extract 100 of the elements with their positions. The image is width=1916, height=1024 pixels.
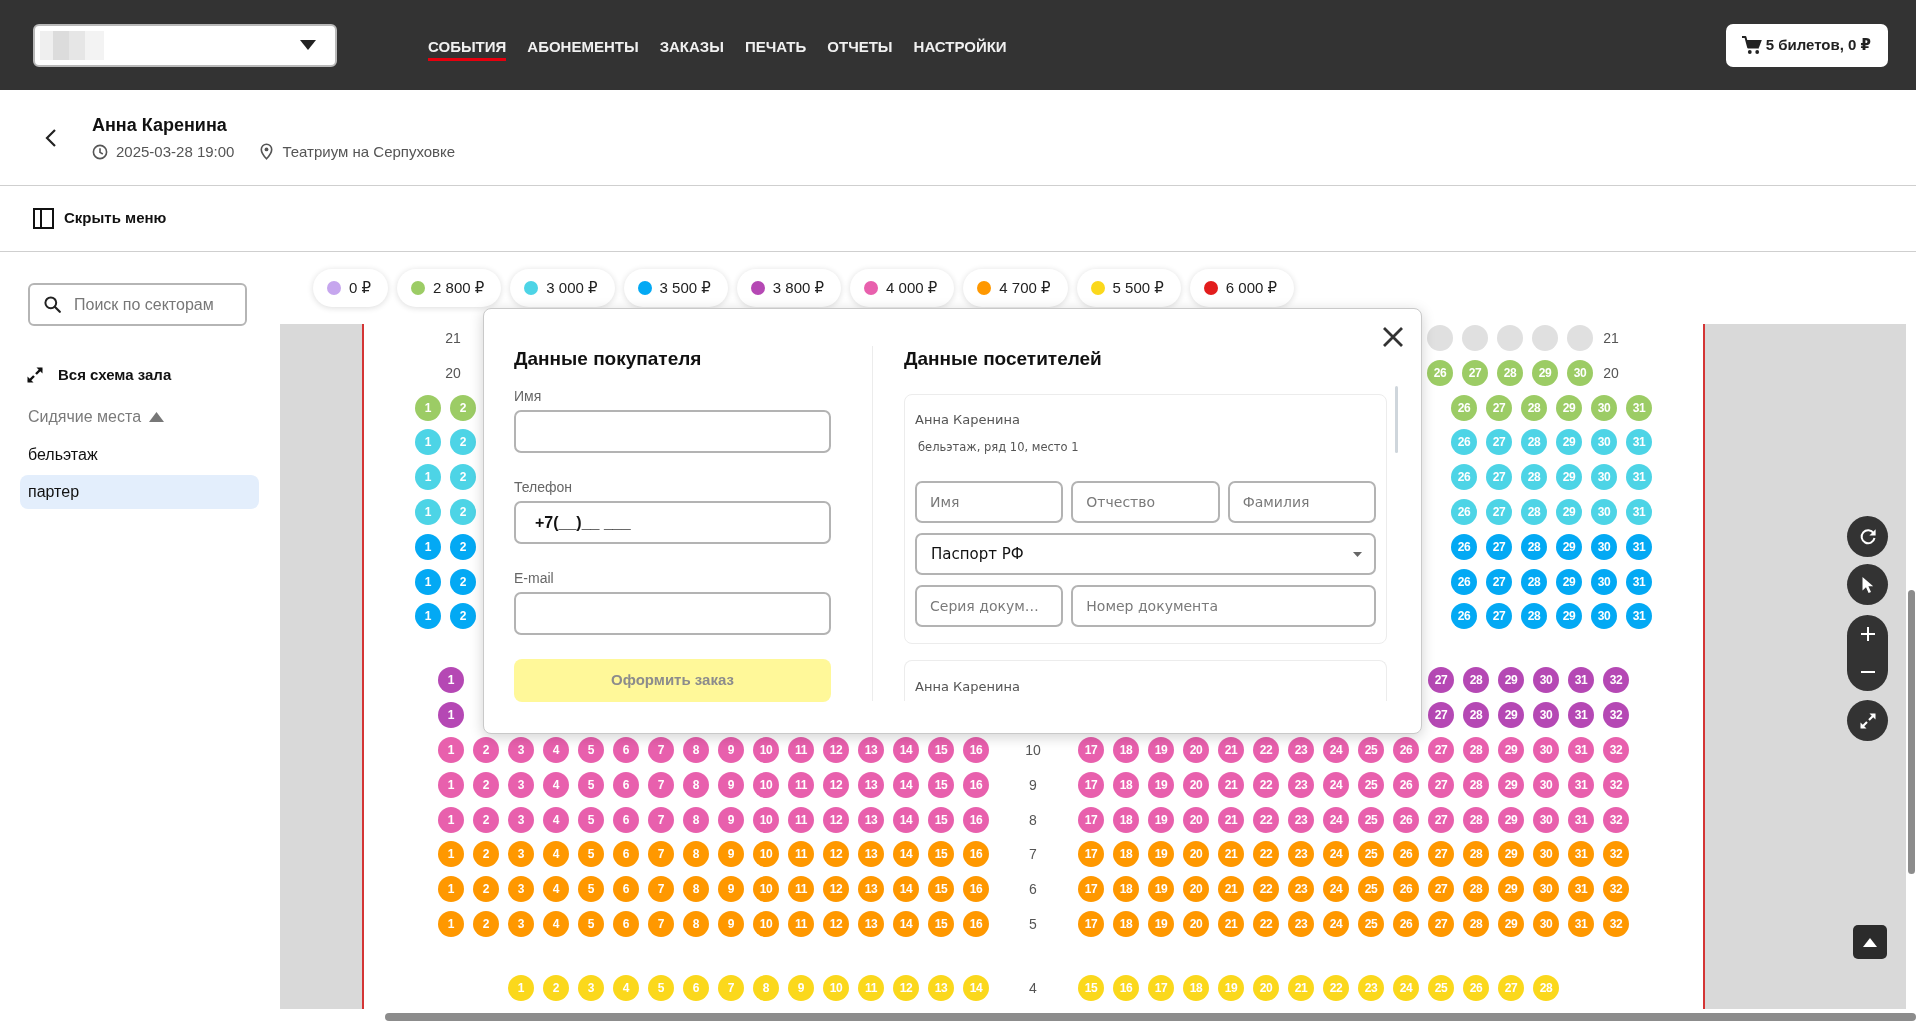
seat[interactable]: 24 bbox=[1323, 841, 1349, 868]
seat[interactable]: 19 bbox=[1148, 806, 1174, 833]
seat[interactable]: 25 bbox=[1358, 806, 1384, 833]
seat[interactable]: 2 bbox=[543, 975, 569, 1001]
seat[interactable]: 30 bbox=[1533, 806, 1559, 833]
seat[interactable]: 3 bbox=[508, 771, 534, 798]
seat[interactable]: 9 bbox=[718, 841, 744, 868]
seat[interactable]: 20 bbox=[1253, 975, 1279, 1001]
seat[interactable]: 30 bbox=[1591, 603, 1617, 630]
organization-select[interactable] bbox=[33, 23, 337, 67]
seat[interactable]: 13 bbox=[858, 737, 884, 763]
seat[interactable]: 4 bbox=[543, 771, 569, 798]
price-filter[interactable]: 6 000 ₽ bbox=[1189, 269, 1295, 307]
seat[interactable]: 25 bbox=[1358, 841, 1384, 868]
input-field[interactable]: Серия докум… bbox=[915, 585, 1064, 627]
seat[interactable]: 30 bbox=[1533, 876, 1559, 903]
seat[interactable]: 8 bbox=[683, 911, 709, 937]
document-type-select[interactable]: Паспорт РФ bbox=[915, 533, 1376, 575]
seat[interactable]: 7 bbox=[648, 911, 674, 937]
seat[interactable]: 30 bbox=[1567, 359, 1593, 386]
seat[interactable]: 32 bbox=[1603, 876, 1629, 903]
seat[interactable]: 14 bbox=[893, 806, 919, 833]
seat[interactable]: 28 bbox=[1463, 876, 1489, 903]
seat[interactable]: 7 bbox=[648, 806, 674, 833]
seat[interactable]: 27 bbox=[1428, 876, 1454, 903]
seat[interactable]: 6 bbox=[613, 841, 639, 868]
seat[interactable]: 12 bbox=[823, 911, 849, 937]
sidebar-item[interactable]: партер bbox=[20, 475, 259, 509]
seat[interactable]: 27 bbox=[1486, 429, 1512, 456]
seat[interactable]: 11 bbox=[858, 975, 884, 1001]
seat[interactable]: 8 bbox=[683, 771, 709, 798]
seat[interactable]: 20 bbox=[1183, 911, 1209, 937]
input-field[interactable]: Номер документа bbox=[1071, 585, 1376, 627]
seat[interactable]: 7 bbox=[648, 841, 674, 868]
seat[interactable]: 1 bbox=[415, 499, 441, 525]
seat[interactable]: 29 bbox=[1532, 359, 1558, 386]
overview-link[interactable]: Вся схема зала bbox=[26, 362, 172, 388]
seat[interactable]: 13 bbox=[858, 876, 884, 903]
seat[interactable]: 29 bbox=[1498, 771, 1524, 798]
seat[interactable]: 14 bbox=[893, 841, 919, 868]
seat[interactable]: 13 bbox=[858, 841, 884, 868]
seat[interactable]: 21 bbox=[1288, 975, 1314, 1001]
seat[interactable]: 6 bbox=[613, 737, 639, 763]
seat[interactable]: 11 bbox=[788, 737, 814, 763]
seat[interactable]: 28 bbox=[1463, 806, 1489, 833]
seat[interactable]: 28 bbox=[1521, 464, 1547, 491]
price-filter[interactable]: 5 500 ₽ bbox=[1076, 269, 1181, 307]
seat[interactable]: 29 bbox=[1556, 533, 1582, 560]
seat[interactable]: 19 bbox=[1148, 737, 1174, 763]
seat[interactable]: 7 bbox=[648, 771, 674, 798]
seat[interactable]: 13 bbox=[858, 806, 884, 833]
seat[interactable]: 1 bbox=[415, 568, 441, 595]
seat[interactable]: 1 bbox=[438, 841, 464, 868]
seat[interactable]: 17 bbox=[1078, 737, 1104, 763]
seat[interactable]: 29 bbox=[1498, 806, 1524, 833]
seat[interactable]: 31 bbox=[1568, 737, 1594, 763]
seat[interactable]: 3 bbox=[508, 806, 534, 833]
seat[interactable]: 1 bbox=[438, 737, 464, 763]
seat[interactable]: 23 bbox=[1288, 806, 1314, 833]
seat[interactable]: 3 bbox=[508, 841, 534, 868]
seat[interactable]: 26 bbox=[1451, 533, 1477, 560]
seat[interactable]: 30 bbox=[1591, 499, 1617, 525]
seat[interactable]: 2 bbox=[450, 464, 476, 491]
seat[interactable]: 26 bbox=[1393, 737, 1419, 763]
seat[interactable]: 27 bbox=[1486, 464, 1512, 491]
seat[interactable]: 21 bbox=[1218, 911, 1244, 937]
seat[interactable]: 30 bbox=[1533, 667, 1559, 694]
seat[interactable]: 2 bbox=[450, 394, 476, 421]
seat[interactable]: 15 bbox=[928, 737, 954, 763]
seat[interactable]: 27 bbox=[1428, 806, 1454, 833]
seat[interactable]: 29 bbox=[1498, 876, 1524, 903]
seat[interactable]: 31 bbox=[1626, 429, 1652, 456]
seat[interactable]: 31 bbox=[1568, 771, 1594, 798]
seat[interactable]: 32 bbox=[1603, 841, 1629, 868]
seat[interactable]: 26 bbox=[1393, 771, 1419, 798]
seat[interactable]: 20 bbox=[1183, 806, 1209, 833]
seat[interactable]: 27 bbox=[1428, 841, 1454, 868]
seat[interactable]: 23 bbox=[1288, 771, 1314, 798]
seat[interactable]: 8 bbox=[683, 876, 709, 903]
sidebar-item[interactable]: бельэтаж bbox=[20, 438, 259, 472]
seat[interactable]: 3 bbox=[578, 975, 604, 1001]
seat[interactable]: 10 bbox=[753, 841, 779, 868]
seat[interactable]: 21 bbox=[1218, 876, 1244, 903]
seat[interactable]: 16 bbox=[963, 771, 989, 798]
seat[interactable]: 8 bbox=[683, 806, 709, 833]
seat[interactable]: 1 bbox=[415, 464, 441, 491]
seat[interactable]: 23 bbox=[1358, 975, 1384, 1001]
seat[interactable]: 29 bbox=[1498, 841, 1524, 868]
seat[interactable]: 10 bbox=[753, 911, 779, 937]
seat[interactable]: 26 bbox=[1451, 394, 1477, 421]
seat[interactable]: 28 bbox=[1521, 394, 1547, 421]
seat[interactable]: 25 bbox=[1358, 771, 1384, 798]
seat[interactable]: 28 bbox=[1463, 911, 1489, 937]
seat[interactable]: 19 bbox=[1148, 771, 1174, 798]
seat[interactable]: 1 bbox=[438, 667, 464, 694]
seat[interactable]: 22 bbox=[1253, 771, 1279, 798]
seat[interactable]: 23 bbox=[1288, 841, 1314, 868]
seat[interactable]: 28 bbox=[1521, 568, 1547, 595]
seat[interactable]: 15 bbox=[928, 911, 954, 937]
seat[interactable]: 29 bbox=[1498, 737, 1524, 763]
